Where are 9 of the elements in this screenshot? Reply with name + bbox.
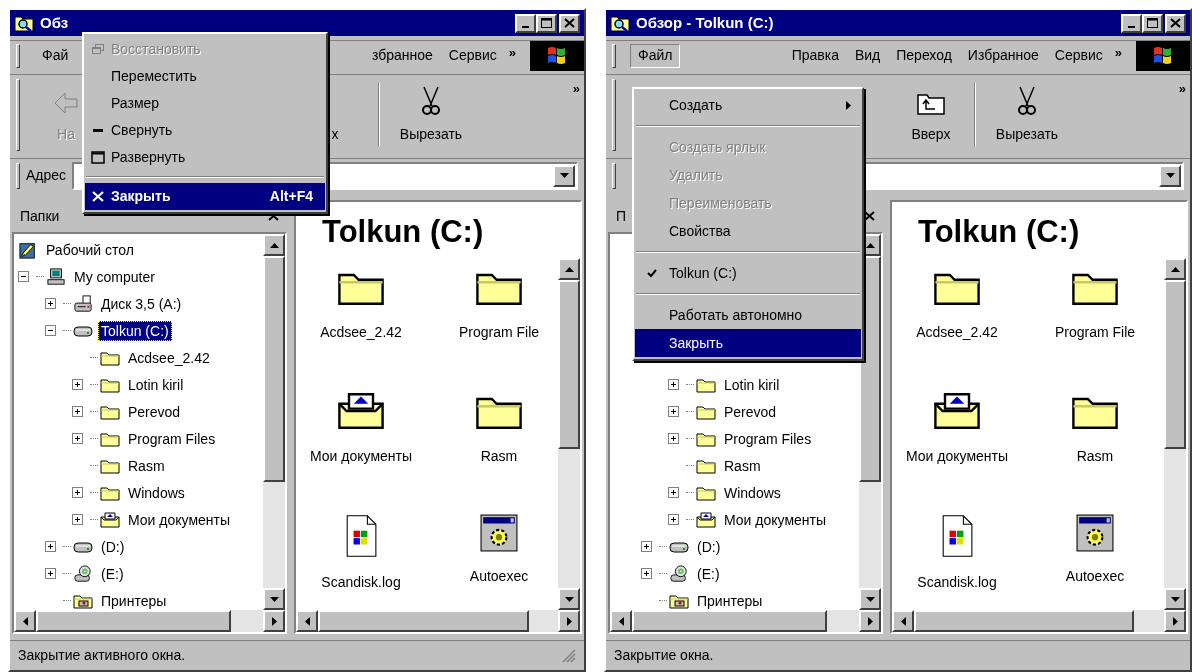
- folder-heading: Tolkun (C:): [321, 213, 485, 251]
- status-text: Закрытие окна.: [614, 646, 714, 665]
- pane-title: П: [616, 206, 627, 226]
- pane-title: Папки: [20, 206, 60, 226]
- status-text: Закрытие активного окна.: [18, 646, 186, 665]
- address-label: Адрес: [26, 166, 67, 185]
- window-title: Обзор - Tolkun (C:): [636, 12, 774, 33]
- folder-heading: Tolkun (C:): [917, 213, 1081, 251]
- window-title: Обз: [40, 12, 69, 33]
